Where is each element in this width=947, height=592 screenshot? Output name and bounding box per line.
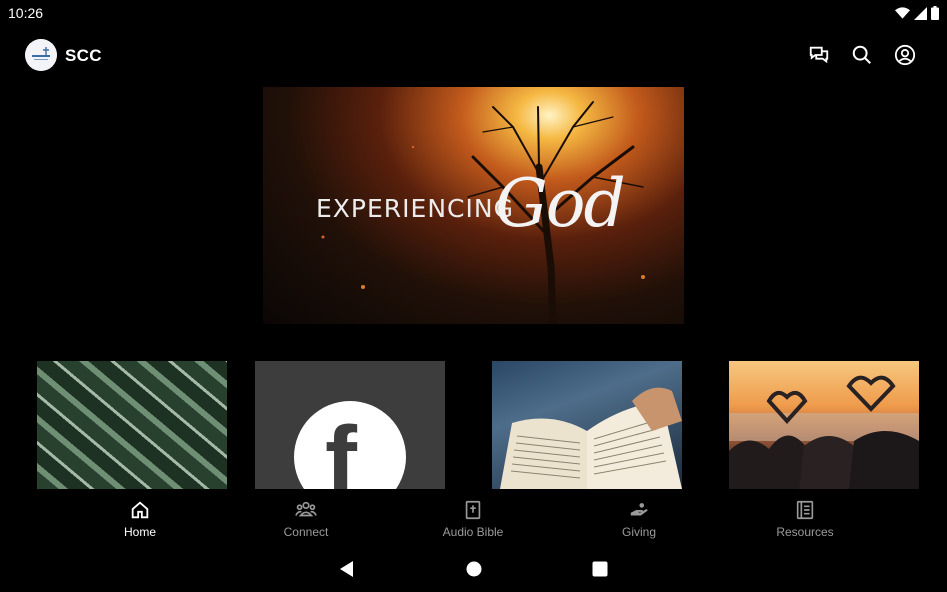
chat-icon [809,46,829,64]
nav-item-audio-bible[interactable]: Audio Bible [423,490,523,542]
nav-item-giving[interactable]: Giving [589,490,689,542]
giving-hand-icon [630,503,648,516]
hero-banner[interactable]: EXPERIENCING God [263,87,684,324]
sunset-hearts-image-tile[interactable] [729,361,919,489]
book-icon [796,500,814,520]
hero-title-script: God [495,165,626,242]
nav-label-connect: Connect [283,525,329,539]
church-logo [25,39,57,71]
status-time: 10:26 [8,5,44,21]
battery-icon [931,6,939,20]
nav-label-home: Home [123,525,156,539]
search-icon [852,45,871,64]
nav-item-home[interactable]: Home [90,490,190,542]
search-button[interactable] [849,42,875,68]
nav-label-resources: Resources [776,525,834,539]
nav-item-connect[interactable]: Connect [256,490,356,542]
leaves-image-tile[interactable] [37,361,227,489]
facebook-icon: f [325,407,357,490]
bible-image-tile[interactable] [492,361,682,489]
bottom-navigation: Home Connect Audio Bible Giving Resource… [0,490,947,542]
nav-label-giving: Giving [621,525,656,539]
wifi-icon [895,6,910,19]
home-icon [131,501,149,519]
nav-item-resources[interactable]: Resources [755,490,855,542]
people-icon [295,501,317,517]
open-bible-illustration [500,387,682,489]
app-title: SCC [65,46,102,65]
facebook-tile[interactable]: f [255,361,445,489]
recents-icon[interactable] [590,559,610,579]
account-icon [894,44,916,66]
nav-label-audio-bible: Audio Bible [442,525,504,539]
back-icon[interactable] [337,559,357,579]
app-bar: SCC [0,30,947,80]
account-button[interactable] [892,42,918,68]
tiles-row: f [0,361,947,489]
status-icons [895,6,939,20]
status-bar: 10:26 [0,0,947,26]
signal-icon [914,6,927,20]
chat-button[interactable] [806,42,832,68]
hero-title-text: EXPERIENCING [316,194,514,223]
system-navigation-bar [0,546,947,592]
heart-hands-illustration [729,375,919,489]
home-circle-icon[interactable] [464,559,484,579]
bible-icon [465,500,481,520]
